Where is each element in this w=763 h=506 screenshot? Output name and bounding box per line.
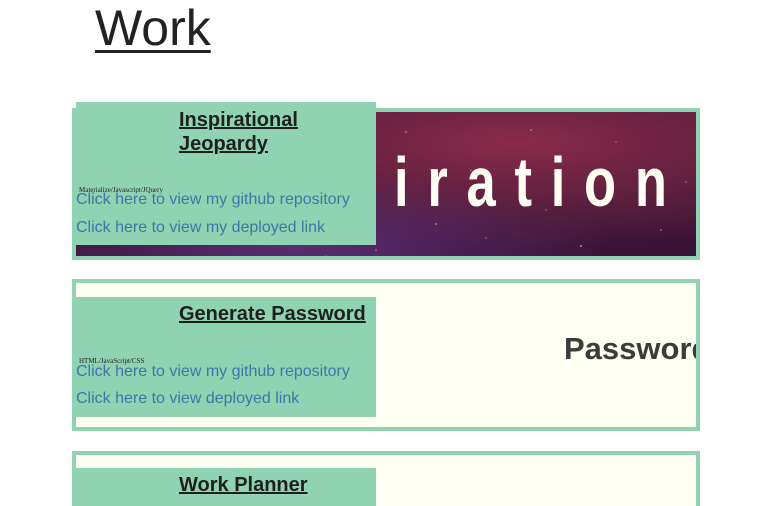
project-title-password: Generate Password (179, 303, 366, 325)
project-info-jeopardy: Inspirational Jeopardy Materialize/Javas… (76, 102, 376, 245)
project-info-work-planner: Work Planner (76, 468, 376, 506)
work-section-title: Work (95, 0, 211, 56)
project-info-password: Generate Password HTML/JavaScript/CSS Cl… (76, 297, 376, 417)
deployed-link-password[interactable]: Click here to view deployed link (76, 389, 299, 409)
jeopardy-thumbnail-text: iration (394, 143, 686, 221)
work-page: Work iration Inspirational Jeopardy Mate… (0, 0, 763, 506)
deployed-link-jeopardy[interactable]: Click here to view my deployed link (76, 218, 325, 238)
github-link-jeopardy[interactable]: Click here to view my github repository (76, 190, 350, 210)
project-title-work-planner: Work Planner (179, 474, 308, 496)
password-thumbnail-text: Password (564, 331, 696, 366)
project-title-jeopardy: Inspirational Jeopardy (179, 109, 298, 155)
github-link-password[interactable]: Click here to view my github repository (76, 362, 350, 382)
